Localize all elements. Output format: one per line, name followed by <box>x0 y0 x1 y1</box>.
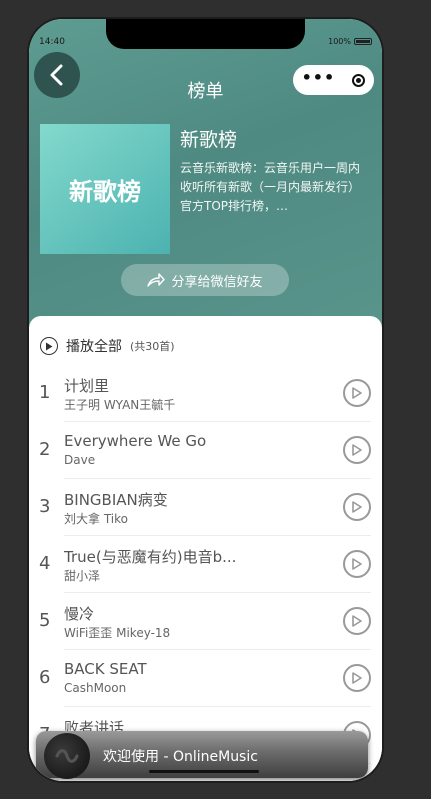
play-circle-icon[interactable] <box>343 607 371 635</box>
song-title: Everywhere We Go <box>64 432 207 450</box>
battery-percent: 100% <box>328 37 351 46</box>
music-logo-icon <box>55 749 79 763</box>
song-row[interactable]: 4 True(与恶魔有约)电音b... 甜小泽 <box>29 536 382 593</box>
song-artist: 甜小泽 <box>64 569 101 583</box>
record-icon[interactable] <box>352 73 366 87</box>
play-circle-icon[interactable] <box>343 436 371 464</box>
play-circle-icon[interactable] <box>343 664 371 692</box>
song-count: (共30首) <box>130 340 175 353</box>
play-circle-icon[interactable] <box>343 550 371 578</box>
home-indicator <box>149 770 259 773</box>
share-arrow-icon <box>147 273 166 287</box>
song-row[interactable]: 6 BACK SEAT CashMoon <box>29 650 382 707</box>
song-title: True(与恶魔有约)电音b... <box>64 548 237 566</box>
song-list: 1 计划里 王子明 WYAN王毓千 2 Everywhere We Go Dav… <box>29 365 382 764</box>
play-all-label: 播放全部 <box>66 339 122 355</box>
song-number: 3 <box>39 496 51 517</box>
song-list-panel: 播放全部 (共30首) 1 计划里 王子明 WYAN王毓千 2 Everywhe… <box>29 316 382 781</box>
song-number: 2 <box>39 439 51 460</box>
song-artist: Dave <box>64 453 96 467</box>
song-number: 4 <box>39 553 51 574</box>
song-row[interactable]: 5 慢冷 WiFi歪歪 Mikey-18 <box>29 593 382 650</box>
notch <box>106 19 305 49</box>
song-title: BINGBIAN病变 <box>64 491 168 509</box>
status-time: 14:40 <box>39 37 65 47</box>
more-dots-icon[interactable]: ••• <box>302 68 336 87</box>
song-row[interactable]: 3 BINGBIAN病变 刘大拿 Tiko <box>29 479 382 536</box>
song-row[interactable]: 1 计划里 王子明 WYAN王毓千 <box>29 365 382 422</box>
song-row[interactable]: 2 Everywhere We Go Dave <box>29 422 382 479</box>
playlist-cover: 新歌榜 <box>40 124 170 254</box>
share-button[interactable]: 分享给微信好友 <box>121 264 289 296</box>
status-battery: 100% <box>328 37 372 46</box>
song-number: 5 <box>39 610 51 631</box>
header-background: 14:40 100% 榜单 ••• 新歌榜 新歌榜 云音乐新歌榜：云音乐用户一周… <box>29 19 382 339</box>
play-circle-icon <box>40 337 58 355</box>
battery-icon <box>354 38 372 45</box>
playlist-name: 新歌榜 <box>180 129 238 151</box>
song-title: 计划里 <box>64 377 110 395</box>
phone-frame: 14:40 100% 榜单 ••• 新歌榜 新歌榜 云音乐新歌榜：云音乐用户一周… <box>29 19 382 781</box>
song-title: BACK SEAT <box>64 660 147 678</box>
player-title: 欢迎使用 - OnlineMusic <box>103 749 258 765</box>
song-artist: 刘大拿 Tiko <box>64 512 128 526</box>
song-artist: 王子明 WYAN王毓千 <box>64 398 176 412</box>
song-artist: WiFi歪歪 Mikey-18 <box>64 626 171 640</box>
playlist-description: 云音乐新歌榜：云音乐用户一周内收听所有新歌（一月内最新发行） 官方TOP排行榜，… <box>180 161 361 213</box>
song-title: 慢冷 <box>64 605 95 623</box>
play-circle-icon[interactable] <box>343 493 371 521</box>
song-number: 6 <box>39 667 51 688</box>
play-circle-icon[interactable] <box>343 379 371 407</box>
song-artist: CashMoon <box>64 681 127 695</box>
share-label: 分享给微信好友 <box>171 274 263 290</box>
play-all-button[interactable]: 播放全部 (共30首) <box>40 336 175 356</box>
mini-program-capsule: ••• <box>293 65 374 95</box>
album-art[interactable] <box>44 733 90 779</box>
song-number: 1 <box>39 382 51 403</box>
